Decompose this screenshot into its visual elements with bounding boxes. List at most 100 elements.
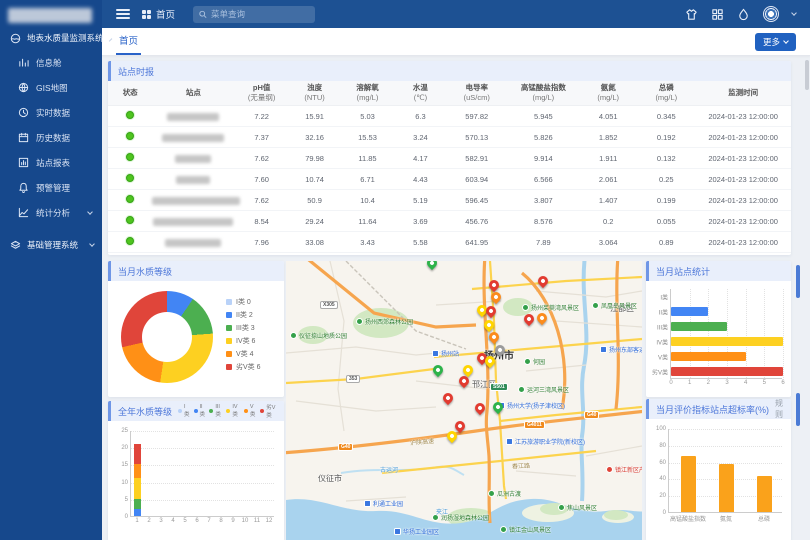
user-menu-chevron-icon[interactable] bbox=[791, 10, 797, 16]
table-row[interactable]: 7.3732.1615.533.24570.135.8261.8520.1922… bbox=[108, 127, 791, 148]
map-label-poi-green: 扬州茱萸湾风景区 bbox=[522, 303, 579, 312]
legend-item: 劣V类 bbox=[260, 403, 277, 419]
category-label: 总磷 bbox=[758, 514, 770, 523]
search-icon bbox=[199, 10, 207, 19]
value-cell: 7.62 bbox=[234, 190, 289, 211]
stacked-bar-segment bbox=[134, 509, 141, 516]
scrollbar-thumb[interactable] bbox=[796, 393, 800, 426]
rules-link[interactable]: 规则 bbox=[775, 399, 784, 420]
realtime-data-icon bbox=[18, 107, 29, 118]
sidebar-item-label: GIS地图 bbox=[36, 82, 68, 94]
tab-home[interactable]: 首页 bbox=[116, 28, 141, 55]
value-cell: 5.58 bbox=[395, 232, 446, 253]
bar bbox=[681, 456, 696, 512]
axis-tick-label: 1 bbox=[135, 518, 138, 524]
legend-item: I类 bbox=[178, 403, 190, 419]
road-shield: G40 bbox=[338, 443, 353, 451]
table-row[interactable]: 7.6250.910.45.19596.453.8071.4070.199202… bbox=[108, 190, 791, 211]
status-dot bbox=[126, 237, 134, 245]
map-label-poi-green: 何园 bbox=[524, 357, 545, 366]
axis-tick-label: 6 bbox=[195, 518, 198, 524]
column-header: 状态 bbox=[108, 81, 152, 106]
value-cell: 596.45 bbox=[446, 190, 507, 211]
axis-tick-label: 3 bbox=[159, 518, 162, 524]
legend-item: II类 bbox=[194, 403, 206, 419]
table-row[interactable]: 7.6279.9811.854.17582.919.9141.9110.1322… bbox=[108, 148, 791, 169]
exceed-rate-panel: 当月评价指标站点超标率(%) 规则 020406080100高锰酸盐指数氨氮总磷 bbox=[646, 399, 791, 540]
value-cell: 10.4 bbox=[340, 190, 395, 211]
sidebar-item-实时数据[interactable]: 实时数据 bbox=[0, 100, 102, 125]
gridline bbox=[669, 446, 782, 447]
value-cell: 1.407 bbox=[579, 190, 637, 211]
column-header: 溶解氧(mg/L) bbox=[340, 81, 395, 106]
info-hub-icon bbox=[18, 57, 29, 68]
column-header: 水温(℃) bbox=[395, 81, 446, 106]
axis-tick-label: 40 bbox=[659, 476, 666, 482]
table-row[interactable]: 7.2215.915.036.3597.825.9454.0510.345202… bbox=[108, 106, 791, 127]
sidebar-item-预警管理[interactable]: 预警管理 bbox=[0, 175, 102, 200]
value-cell: 603.94 bbox=[446, 169, 507, 190]
theme-shirt-icon[interactable] bbox=[685, 8, 698, 21]
axis-tick-label: 11 bbox=[254, 518, 260, 524]
axis-tick-label: 25 bbox=[121, 428, 128, 434]
page-scrollbar[interactable] bbox=[805, 60, 809, 90]
gridline bbox=[131, 483, 274, 484]
time-cell: 2024-01-23 12:00:00 bbox=[695, 106, 791, 127]
map-label-poi-green: 瓜洲古渡 bbox=[488, 489, 521, 498]
legend-item: III类 bbox=[209, 403, 222, 419]
axis-tick-label: 0 bbox=[125, 514, 128, 520]
column-header: 总磷(mg/L) bbox=[637, 81, 695, 106]
map-label-poi-green: 扬州西郊森林公园 bbox=[356, 317, 413, 326]
station-report-panel: 站点时报 状态站点pH值(无量纲)浊度(NTU)溶解氧(mg/L)水温(℃)电导… bbox=[108, 61, 791, 255]
category-label: V类 bbox=[658, 352, 668, 361]
map-label-poi-green: 仪征捺山地质公园 bbox=[290, 331, 347, 340]
status-dot bbox=[126, 216, 134, 224]
sidebar-item-站点报表[interactable]: 站点报表 bbox=[0, 150, 102, 175]
sidebar-toggle-icon[interactable] bbox=[116, 9, 130, 19]
sidebar-item-信息舱[interactable]: 信息舱 bbox=[0, 50, 102, 75]
table-row[interactable]: 7.9633.083.435.58641.957.893.0640.892024… bbox=[108, 232, 791, 253]
sidebar-group-water-system[interactable]: 地表水质量监测系统 bbox=[0, 26, 102, 50]
station-name-cell bbox=[152, 232, 234, 253]
table-row[interactable]: 8.5429.2411.643.69456.768.5760.20.055202… bbox=[108, 211, 791, 232]
value-cell: 456.76 bbox=[446, 211, 507, 232]
road-shield: S501 bbox=[490, 383, 508, 391]
breadcrumb[interactable]: 首页 bbox=[142, 7, 175, 21]
value-cell: 1.911 bbox=[579, 148, 637, 169]
sidebar-item-历史数据[interactable]: 历史数据 bbox=[0, 125, 102, 150]
value-cell: 2.061 bbox=[579, 169, 637, 190]
map-label-water: 夹江 bbox=[436, 507, 448, 516]
legend-item: V类 bbox=[244, 403, 256, 419]
annual-chart-legend: I类II类III类IV类V类劣V类 bbox=[178, 403, 277, 419]
status-dot bbox=[126, 111, 134, 119]
stats-analysis-icon bbox=[18, 207, 29, 218]
search-input[interactable] bbox=[211, 9, 309, 19]
alert-manage-icon bbox=[18, 182, 29, 193]
city-map[interactable]: 扬州市江都区仪征市邗江区仪征捺山地质公园扬州西郊森林公园扬州茱萸湾风景区凤凰岛风… bbox=[286, 261, 642, 540]
value-cell: 15.53 bbox=[340, 127, 395, 148]
station-name-cell bbox=[152, 211, 234, 232]
chevron-down-icon bbox=[87, 209, 93, 215]
map-label-poi-blue: 扬州大学(扬子津校区) bbox=[498, 401, 565, 410]
value-cell: 8.576 bbox=[508, 211, 580, 232]
station-name-cell bbox=[152, 127, 234, 148]
flame-icon[interactable] bbox=[737, 8, 750, 21]
sidebar-item-统计分析[interactable]: 统计分析 bbox=[0, 200, 102, 225]
layout-grid-icon[interactable] bbox=[711, 8, 724, 21]
more-button[interactable]: 更多 bbox=[755, 33, 796, 51]
value-cell: 641.95 bbox=[446, 232, 507, 253]
category-label: I类 bbox=[660, 292, 668, 301]
table-row[interactable]: 7.6010.746.714.43603.946.5662.0610.25202… bbox=[108, 169, 791, 190]
sidebar-item-GIS地图[interactable]: GIS地图 bbox=[0, 75, 102, 100]
sidebar-group-base-system[interactable]: 基础管理系统 bbox=[0, 233, 102, 257]
value-cell: 7.96 bbox=[234, 232, 289, 253]
axis-tick-label: 20 bbox=[659, 493, 666, 499]
user-avatar[interactable] bbox=[763, 6, 779, 22]
value-cell: 0.055 bbox=[637, 211, 695, 232]
gridline bbox=[764, 289, 765, 378]
axis-tick-label: 8 bbox=[219, 518, 222, 524]
menu-search-box[interactable] bbox=[193, 6, 315, 23]
scrollbar-thumb[interactable] bbox=[796, 265, 800, 298]
axis-tick-label: 4 bbox=[744, 380, 747, 386]
value-cell: 3.807 bbox=[508, 190, 580, 211]
